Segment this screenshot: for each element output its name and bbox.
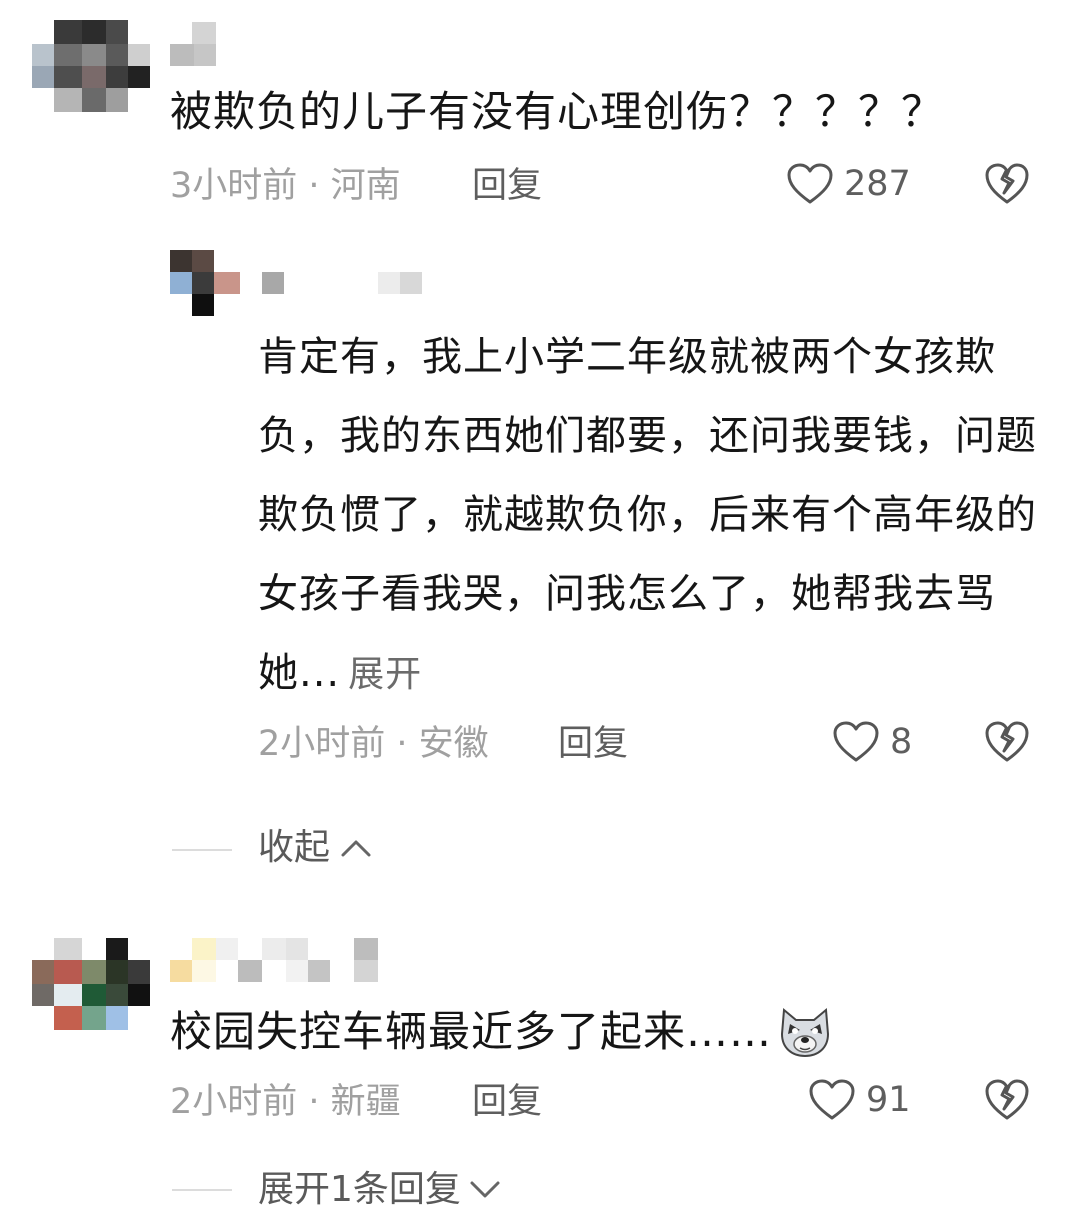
chevron-down-icon bbox=[469, 1180, 501, 1200]
reply-like-count: 8 bbox=[890, 722, 913, 762]
reply-text: 肯定有，我上小学二年级就被两个女孩欺负，我的东西她们都要，还问我要钱，问题欺负惯… bbox=[258, 318, 1048, 714]
reply-button[interactable]: 回复 bbox=[472, 166, 542, 206]
divider-line bbox=[172, 1189, 232, 1191]
broken-heart-icon bbox=[984, 1078, 1030, 1122]
expand-link[interactable]: 展开 bbox=[348, 654, 422, 695]
expand-replies-label: 展开1条回复 bbox=[258, 1169, 461, 1210]
heart-outline-icon bbox=[832, 720, 880, 764]
like-button[interactable]: 91 bbox=[808, 1076, 911, 1124]
broken-heart-icon bbox=[984, 162, 1030, 206]
reply-like-button[interactable]: 8 bbox=[832, 718, 912, 766]
reply-meta: 2小时前 · 安徽 bbox=[258, 724, 489, 764]
broken-heart-icon bbox=[984, 720, 1030, 764]
comment-text: 被欺负的儿子有没有心理创伤？？？？？ bbox=[170, 87, 945, 136]
reply-reply-button[interactable]: 回复 bbox=[558, 724, 628, 764]
like-count: 287 bbox=[844, 164, 911, 204]
comment-meta: 3小时前 · 河南 bbox=[170, 166, 401, 206]
reply-dislike-button[interactable] bbox=[984, 720, 1030, 764]
comment-body: 校园失控车辆最近多了起来…… bbox=[170, 1007, 773, 1056]
comment-meta: 2小时前 · 新疆 bbox=[170, 1082, 401, 1122]
divider-line bbox=[172, 849, 232, 851]
dislike-button[interactable] bbox=[984, 1078, 1030, 1122]
heart-outline-icon bbox=[786, 162, 834, 206]
like-count: 91 bbox=[866, 1080, 911, 1120]
like-button[interactable]: 287 bbox=[786, 160, 911, 208]
collapse-label: 收起 bbox=[258, 827, 331, 868]
expand-replies-button[interactable]: 展开1条回复 bbox=[258, 1170, 501, 1210]
chevron-up-icon bbox=[340, 838, 372, 858]
dislike-button[interactable] bbox=[984, 162, 1030, 206]
reply-avatar-pixelated[interactable] bbox=[170, 250, 240, 316]
reply-body: 肯定有，我上小学二年级就被两个女孩欺负，我的东西她们都要，还问我要钱，问题欺负惯… bbox=[258, 334, 1037, 696]
reply-username-pixelated[interactable] bbox=[262, 272, 422, 296]
avatar-pixelated[interactable] bbox=[32, 938, 150, 1030]
username-pixelated[interactable] bbox=[170, 938, 380, 982]
wolf-emoji-icon bbox=[776, 1004, 834, 1060]
username-pixelated[interactable] bbox=[170, 22, 216, 66]
comment-text: 校园失控车辆最近多了起来…… bbox=[170, 1004, 834, 1060]
collapse-button[interactable]: 收起 bbox=[258, 828, 372, 868]
avatar-pixelated[interactable] bbox=[32, 20, 150, 112]
reply-button[interactable]: 回复 bbox=[472, 1082, 542, 1122]
heart-outline-icon bbox=[808, 1078, 856, 1122]
